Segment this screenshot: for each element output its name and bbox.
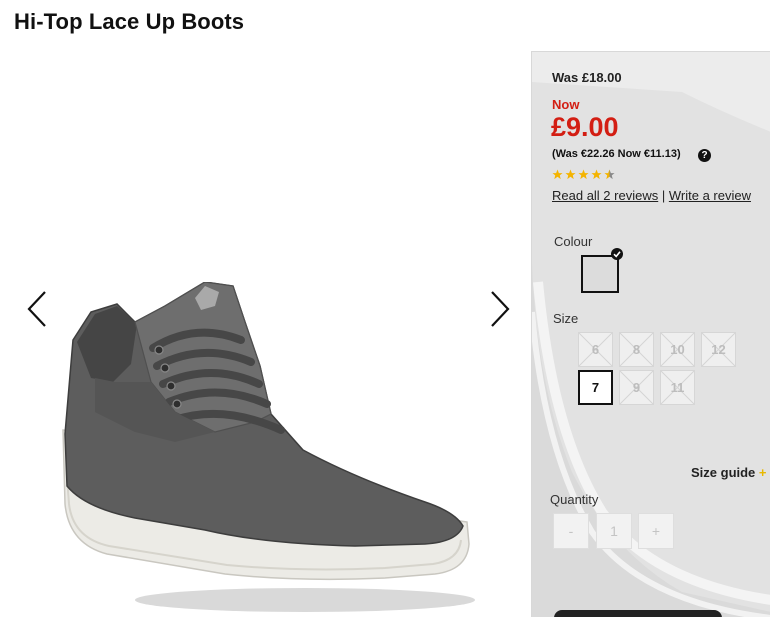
- size-guide-label: Size guide: [691, 465, 756, 480]
- colour-label: Colour: [554, 234, 593, 249]
- now-price: £9.00: [551, 112, 619, 142]
- chevron-right-icon[interactable]: [488, 289, 512, 329]
- now-label: Now: [552, 97, 580, 112]
- size-option[interactable]: 10: [660, 332, 695, 367]
- was-price: Was £18.00: [552, 70, 622, 85]
- half-star-icon: [604, 169, 615, 180]
- read-reviews-link[interactable]: Read all 2 reviews: [552, 188, 658, 203]
- quantity-input[interactable]: 1: [596, 513, 632, 549]
- size-guide-link[interactable]: Size guide +: [691, 465, 767, 480]
- size-option[interactable]: 9: [619, 370, 654, 405]
- plus-icon: +: [758, 465, 767, 480]
- size-option-label: 8: [632, 342, 641, 357]
- size-option[interactable]: 11: [660, 370, 695, 405]
- size-option[interactable]: 7: [578, 370, 613, 405]
- help-icon[interactable]: ?: [698, 149, 711, 162]
- size-option-label: 10: [670, 342, 685, 357]
- euro-price: (Was €22.26 Now €11.13): [552, 148, 681, 160]
- quantity-decrease-button[interactable]: -: [553, 513, 589, 549]
- size-option-label: 6: [591, 342, 600, 357]
- product-image: [62, 282, 475, 612]
- size-option[interactable]: 6: [578, 332, 613, 367]
- quantity-increase-button[interactable]: +: [638, 513, 674, 549]
- quantity-label: Quantity: [550, 492, 599, 507]
- write-review-link[interactable]: Write a review: [669, 188, 751, 203]
- rating-stars: [552, 169, 615, 180]
- check-icon: [611, 248, 623, 260]
- size-option[interactable]: 8: [619, 332, 654, 367]
- star-icon: [565, 169, 576, 180]
- size-option-label: 12: [711, 342, 726, 357]
- purchase-panel: Was £18.00 Now £9.00 (Was €22.26 Now €11…: [531, 51, 770, 617]
- star-icon: [552, 169, 563, 180]
- size-label: Size: [553, 311, 579, 326]
- size-option-label: 11: [670, 380, 685, 395]
- size-option-label: 9: [632, 380, 641, 395]
- size-option[interactable]: 12: [701, 332, 736, 367]
- product-gallery: [0, 45, 530, 617]
- star-icon: [591, 169, 602, 180]
- size-option-label: 7: [591, 380, 600, 395]
- colour-swatch[interactable]: [581, 255, 619, 293]
- reviews-links: Read all 2 reviews | Write a review: [552, 188, 751, 203]
- chevron-left-icon[interactable]: [25, 289, 49, 329]
- reviews-separator: |: [661, 188, 666, 203]
- star-icon: [578, 169, 589, 180]
- add-to-bag-button[interactable]: [554, 610, 722, 617]
- product-title: Hi-Top Lace Up Boots: [14, 9, 245, 34]
